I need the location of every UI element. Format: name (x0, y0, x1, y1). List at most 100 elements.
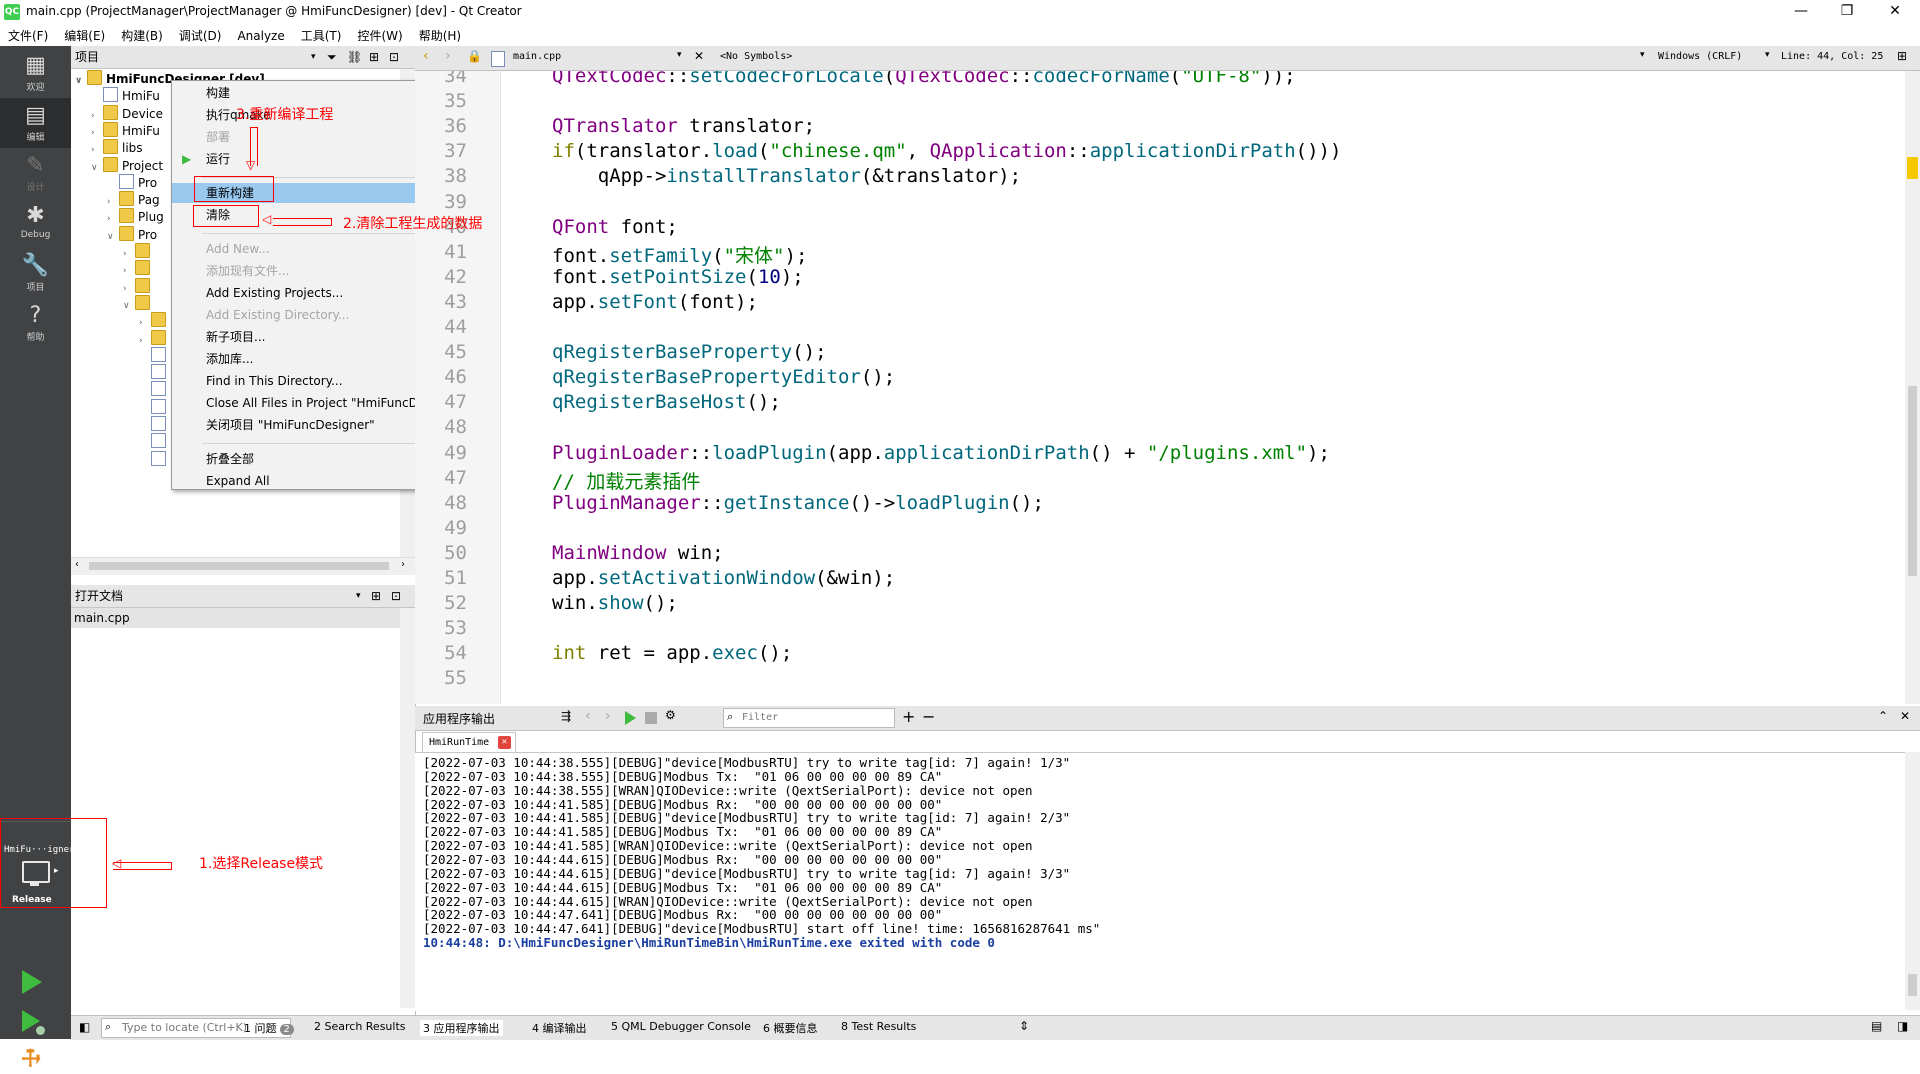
filter-icon[interactable]: ⏷ (327, 46, 337, 68)
tree-hscroll[interactable]: ‹ › (71, 557, 415, 575)
mode-welcome[interactable]: ▦ 欢迎 (0, 48, 71, 98)
more-tabs-icon[interactable]: ⇕ (1019, 1019, 1029, 1033)
code-line[interactable]: QFont font; (552, 216, 678, 238)
menu-item[interactable]: 控件(W) (349, 24, 410, 44)
run-icon[interactable] (22, 970, 42, 994)
next-icon[interactable]: › (605, 708, 611, 724)
code-line[interactable]: QTextCodec::setCodecForLocale(QTextCodec… (552, 71, 1296, 87)
expand-arrow-icon[interactable]: ∨ (91, 158, 103, 179)
mode-debug[interactable]: ✱ Debug (0, 198, 71, 248)
status-bar: ◧ ⌕ Type to locate (Ctrl+K) 1 问题 2 2 Searc… (71, 1015, 1920, 1040)
mode-help[interactable]: ? 帮助 (0, 298, 71, 348)
symbols-arrow-icon[interactable]: ▾ (1640, 50, 1645, 60)
mode-design[interactable]: ✎ 设计 (0, 148, 71, 198)
right-sidebar-icon[interactable]: ◨ (1897, 1019, 1908, 1033)
close-file-icon[interactable]: ✕ (694, 49, 704, 63)
prev-icon[interactable]: ‹ (585, 708, 591, 724)
output-tab-hmiruntime[interactable]: HmiRunTime ✕ (422, 732, 516, 753)
code-line[interactable]: // 加载元素插件 (552, 467, 700, 494)
open-docs-split-icon[interactable]: ⊞ (371, 585, 381, 607)
cursor-position[interactable]: Line: 44, Col: 25 (1781, 51, 1883, 62)
filter-box[interactable]: ⌕ Filter (723, 708, 895, 728)
expand-arrow-icon[interactable]: ∨ (107, 227, 119, 248)
output-pane-tab[interactable]: 3 应用程序输出 (420, 1020, 503, 1036)
nav-forward-icon[interactable]: › (445, 48, 451, 64)
code-line[interactable]: font.setFamily("宋体"); (552, 241, 807, 268)
minimize-button[interactable]: — (1778, 0, 1824, 24)
menu-item[interactable]: 构建(B) (113, 24, 171, 44)
editor-vscroll[interactable] (1905, 71, 1920, 704)
mode-edit[interactable]: ▤ 编辑 (0, 98, 71, 148)
expand-arrow-icon[interactable]: ∨ (75, 71, 87, 92)
expand-arrow-icon[interactable]: ∨ (123, 296, 135, 317)
menu-item[interactable]: 帮助(H) (411, 24, 469, 44)
panel-dropdown-icon[interactable]: ▾ (311, 46, 316, 68)
output-pane-tab[interactable]: 2 Search Results (314, 1020, 406, 1033)
symbols-dropdown[interactable]: <No Symbols> (720, 51, 792, 62)
code-line[interactable]: MainWindow win; (552, 542, 724, 564)
open-docs-dropdown-icon[interactable]: ▾ (356, 585, 361, 607)
encoding-selector[interactable]: Windows (CRLF) (1658, 51, 1742, 62)
close-pane-icon[interactable]: ✕ (1900, 709, 1910, 723)
build-hammer-icon[interactable]: ⚒ (14, 1043, 46, 1074)
rerun-icon[interactable] (625, 711, 636, 725)
nav-back-icon[interactable]: ‹ (423, 48, 429, 64)
code-line[interactable]: app.setFont(font); (552, 291, 758, 313)
menu-item[interactable]: Analyze (229, 26, 292, 43)
editor-split-icon[interactable]: ⊞ (1897, 49, 1907, 63)
menu-item[interactable]: 调试(D) (171, 24, 230, 44)
output-pane-tab[interactable]: 1 问题 2 (244, 1020, 294, 1036)
scroll-left-icon[interactable]: ‹ (75, 559, 79, 570)
zoom-out-icon[interactable]: − (922, 707, 935, 726)
menu-item[interactable]: 工具(T) (293, 24, 350, 44)
close-button[interactable]: ✕ (1872, 0, 1918, 24)
folder-icon (103, 121, 118, 137)
code-line[interactable]: int ret = app.exec(); (552, 642, 792, 664)
output-toggle-icon[interactable]: ▤ (1871, 1019, 1882, 1033)
attach-icon[interactable]: ⇶ (561, 709, 571, 723)
link-icon[interactable]: ⛓ (347, 46, 362, 68)
settings-icon[interactable]: ⚙ (665, 708, 676, 722)
sidebar-toggle-icon[interactable]: ◧ (79, 1020, 90, 1034)
editor-scroll-thumb[interactable] (1908, 386, 1917, 576)
open-docs-close-icon[interactable]: ⊡ (391, 585, 401, 607)
close-panel-icon[interactable]: ⊡ (389, 46, 399, 68)
menu-item[interactable]: 文件(F) (0, 24, 56, 44)
code-line[interactable]: if(translator.load("chinese.qm", QApplic… (552, 140, 1341, 162)
open-docs-vscroll[interactable] (400, 608, 415, 1008)
output-pane-tab[interactable]: 4 编译输出 (532, 1020, 587, 1036)
maximize-pane-icon[interactable]: ⌃ (1878, 709, 1888, 723)
close-tab-icon[interactable]: ✕ (498, 736, 511, 749)
file-dropdown-icon[interactable]: ▾ (677, 50, 682, 60)
code-editor[interactable]: 34 35 36 37 38 39 40 41 42 43 44 45 46 47 48 49 47 48 49 50… (415, 71, 1905, 704)
split-icon[interactable]: ⊞ (369, 46, 379, 68)
menu-item[interactable]: 编辑(E) (56, 24, 113, 44)
output-scroll-thumb[interactable] (1908, 974, 1917, 996)
output-pane-tab[interactable]: 8 Test Results (841, 1020, 916, 1033)
restore-button[interactable]: ❐ (1824, 0, 1870, 24)
encoding-arrow-icon[interactable]: ▾ (1765, 50, 1770, 60)
code-line[interactable]: PluginManager::getInstance()->loadPlugin… (552, 492, 1044, 514)
code-line[interactable]: font.setPointSize(10); (552, 266, 804, 288)
output-pane-tab[interactable]: 6 概要信息 (763, 1020, 818, 1036)
code-line[interactable]: win.show(); (552, 592, 678, 614)
code-line[interactable]: qApp->installTranslator(&translator); (552, 165, 1021, 187)
stop-icon[interactable] (645, 712, 657, 724)
scroll-right-icon[interactable]: › (401, 559, 405, 570)
code-line[interactable]: qRegisterBaseHost(); (552, 391, 781, 413)
current-file-name[interactable]: main.cpp (513, 51, 561, 62)
mode-projects[interactable]: 🔧 项目 (0, 248, 71, 298)
zoom-in-icon[interactable]: + (902, 707, 915, 726)
output-vscroll[interactable] (1905, 752, 1920, 1010)
code-line[interactable]: qRegisterBaseProperty(); (552, 341, 827, 363)
code-line[interactable]: QTranslator translator; (552, 115, 815, 137)
hscroll-thumb[interactable] (89, 562, 389, 570)
output-pane-tab[interactable]: 5 QML Debugger Console (611, 1020, 751, 1033)
code-line[interactable]: qRegisterBasePropertyEditor(); (552, 366, 895, 388)
code-line[interactable]: app.setActivationWindow(&win); (552, 567, 895, 589)
application-output[interactable]: [2022-07-03 10:44:38.555][DEBUG]"device[… (415, 752, 1905, 1011)
code-line[interactable]: PluginLoader::loadPlugin(app.application… (552, 442, 1330, 464)
cpp-file-icon (119, 173, 134, 189)
open-documents-panel: 打开文档 ▾ ⊞ ⊡ main.cpp (71, 585, 416, 1015)
open-doc-item[interactable]: main.cpp (71, 608, 400, 628)
